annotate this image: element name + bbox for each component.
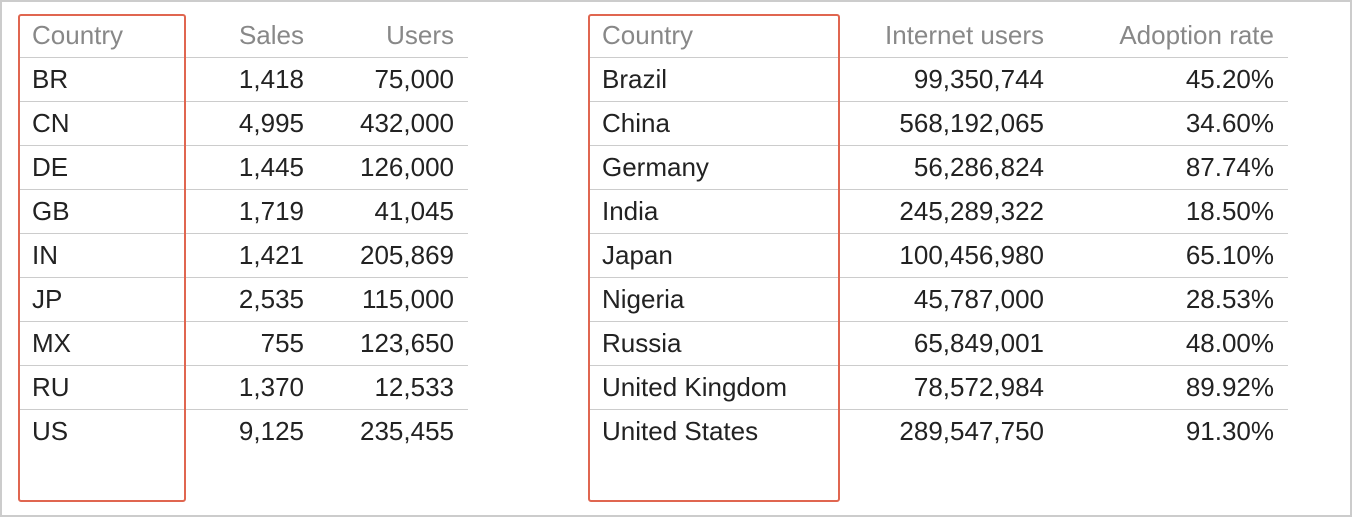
internet-table-wrap: Country Internet users Adoption rate Bra… [588,14,1288,503]
col-header-country[interactable]: Country [588,14,828,58]
cell-adoption-rate: 89.92% [1058,366,1288,410]
table-row[interactable]: China 568,192,065 34.60% [588,102,1288,146]
internet-table: Country Internet users Adoption rate Bra… [588,14,1288,453]
cell-sales: 1,421 [168,234,318,278]
table-row[interactable]: GB 1,719 41,045 [18,190,468,234]
cell-sales: 755 [168,322,318,366]
cell-users: 432,000 [318,102,468,146]
table-row[interactable]: Russia 65,849,001 48.00% [588,322,1288,366]
table-row[interactable]: BR 1,418 75,000 [18,58,468,102]
table-row[interactable]: Brazil 99,350,744 45.20% [588,58,1288,102]
cell-internet-users: 289,547,750 [828,410,1058,454]
table-row[interactable]: United States 289,547,750 91.30% [588,410,1288,454]
col-header-users[interactable]: Users [318,14,468,58]
table-row[interactable]: Japan 100,456,980 65.10% [588,234,1288,278]
cell-adoption-rate: 87.74% [1058,146,1288,190]
cell-internet-users: 45,787,000 [828,278,1058,322]
cell-adoption-rate: 45.20% [1058,58,1288,102]
cell-users: 115,000 [318,278,468,322]
sales-table-header-row: Country Sales Users [18,14,468,58]
table-row[interactable]: IN 1,421 205,869 [18,234,468,278]
cell-sales: 2,535 [168,278,318,322]
cell-country: Nigeria [588,278,828,322]
cell-sales: 1,370 [168,366,318,410]
cell-adoption-rate: 18.50% [1058,190,1288,234]
cell-country: US [18,410,168,454]
col-header-country[interactable]: Country [18,14,168,58]
col-header-adoption-rate[interactable]: Adoption rate [1058,14,1288,58]
cell-internet-users: 65,849,001 [828,322,1058,366]
cell-internet-users: 78,572,984 [828,366,1058,410]
table-row[interactable]: United Kingdom 78,572,984 89.92% [588,366,1288,410]
cell-country: Brazil [588,58,828,102]
table-row[interactable]: CN 4,995 432,000 [18,102,468,146]
cell-sales: 9,125 [168,410,318,454]
cell-country: China [588,102,828,146]
table-row[interactable]: DE 1,445 126,000 [18,146,468,190]
cell-sales: 4,995 [168,102,318,146]
cell-adoption-rate: 28.53% [1058,278,1288,322]
internet-table-header-row: Country Internet users Adoption rate [588,14,1288,58]
cell-internet-users: 56,286,824 [828,146,1058,190]
col-header-sales[interactable]: Sales [168,14,318,58]
cell-sales: 1,445 [168,146,318,190]
table-row[interactable]: JP 2,535 115,000 [18,278,468,322]
cell-sales: 1,719 [168,190,318,234]
sales-table-wrap: Country Sales Users BR 1,418 75,000 CN 4… [18,14,468,503]
cell-country: Germany [588,146,828,190]
cell-adoption-rate: 65.10% [1058,234,1288,278]
table-row[interactable]: RU 1,370 12,533 [18,366,468,410]
cell-country: MX [18,322,168,366]
cell-country: United States [588,410,828,454]
cell-internet-users: 568,192,065 [828,102,1058,146]
cell-users: 123,650 [318,322,468,366]
cell-internet-users: 245,289,322 [828,190,1058,234]
cell-users: 12,533 [318,366,468,410]
cell-internet-users: 100,456,980 [828,234,1058,278]
table-row[interactable]: Nigeria 45,787,000 28.53% [588,278,1288,322]
cell-country: United Kingdom [588,366,828,410]
cell-users: 41,045 [318,190,468,234]
cell-users: 205,869 [318,234,468,278]
cell-country: CN [18,102,168,146]
cell-users: 126,000 [318,146,468,190]
cell-adoption-rate: 48.00% [1058,322,1288,366]
cell-sales: 1,418 [168,58,318,102]
cell-country: DE [18,146,168,190]
table-row[interactable]: India 245,289,322 18.50% [588,190,1288,234]
table-row[interactable]: Germany 56,286,824 87.74% [588,146,1288,190]
table-row[interactable]: US 9,125 235,455 [18,410,468,454]
cell-country: GB [18,190,168,234]
cell-adoption-rate: 34.60% [1058,102,1288,146]
cell-country: IN [18,234,168,278]
cell-country: RU [18,366,168,410]
cell-country: JP [18,278,168,322]
cell-users: 235,455 [318,410,468,454]
sales-table: Country Sales Users BR 1,418 75,000 CN 4… [18,14,468,453]
cell-country: Russia [588,322,828,366]
table-row[interactable]: MX 755 123,650 [18,322,468,366]
cell-country: Japan [588,234,828,278]
cell-users: 75,000 [318,58,468,102]
cell-country: India [588,190,828,234]
cell-adoption-rate: 91.30% [1058,410,1288,454]
cell-country: BR [18,58,168,102]
cell-internet-users: 99,350,744 [828,58,1058,102]
col-header-internet-users[interactable]: Internet users [828,14,1058,58]
